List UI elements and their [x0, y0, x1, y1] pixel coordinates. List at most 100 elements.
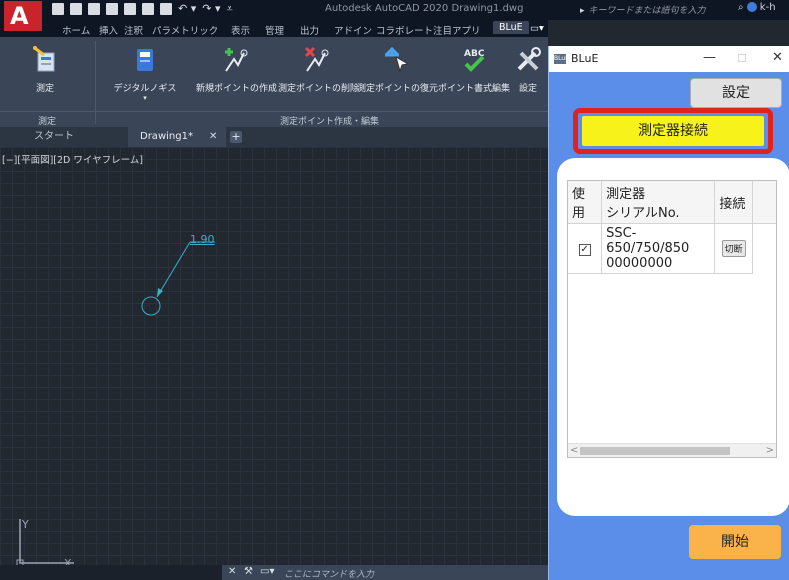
point-format-label: ポイント書式編集	[437, 84, 510, 94]
device-table: 使用 測定器シリアルNo. 接続 ✓ SSC-650/750/850 000000…	[568, 181, 776, 274]
tab-collaborate[interactable]: コラボレート	[376, 23, 433, 37]
ribbon-tab-bar: ホーム 挿入 注釈 パラメトリック 表示 管理 出力 アドイン コラボレート 注…	[0, 20, 548, 37]
ribbon-settings-button[interactable]: 設定	[512, 37, 544, 94]
measure-button[interactable]: 測定	[30, 37, 60, 94]
quick-access-toolbar: ↶ ▾ ↷ ▾ ⩡	[52, 3, 233, 17]
start-button[interactable]: 開始	[689, 525, 781, 559]
maximize-button: ☐	[737, 52, 747, 65]
column-header-use[interactable]: 使用	[568, 181, 603, 224]
command-input-bar[interactable]: ✕ ⚒ ▭▾ ここにコマンドを入力	[222, 565, 548, 580]
tab-annotate[interactable]: 注釈	[124, 23, 143, 37]
blue-app-icon: BLuE	[554, 54, 569, 64]
ribbon-panel: 測定 デジタルノギス ▾ 新規ポイントの作成 測定ポイントの削除 測定ポイントの…	[0, 37, 548, 127]
serial-header-line2: シリアルNo.	[606, 206, 680, 221]
tab-manage[interactable]: 管理	[265, 23, 284, 37]
drawing-canvas[interactable]: [−][平面図][2D ワイヤフレーム] 1.90 Y X	[0, 147, 548, 570]
restore-point-button[interactable]: 測定ポイントの復元	[357, 37, 439, 94]
cloud-icon[interactable]	[124, 3, 136, 15]
tab-home[interactable]: ホーム	[62, 23, 90, 37]
file-tab-bar: スタート Drawing1* ✕ +	[0, 127, 548, 147]
panel-label-points: 測定ポイント作成・編集	[280, 117, 380, 127]
serial-line2: 00000000	[606, 256, 673, 271]
close-button[interactable]: ✕	[772, 50, 783, 65]
tab-addins[interactable]: アドイン	[334, 23, 372, 37]
command-line: ✕ ⚒ ▭▾ ここにコマンドを入力	[0, 565, 548, 580]
digital-caliper-button[interactable]: デジタルノギス ▾	[112, 37, 178, 102]
ribbon-settings-label: 設定	[518, 84, 537, 94]
share-icon[interactable]	[142, 3, 154, 15]
use-cell: ✓	[568, 223, 603, 274]
ribbon-minimize-icon[interactable]: ▭▾	[530, 23, 544, 34]
customize-command-icon[interactable]: ⚒	[244, 566, 253, 577]
user-name: k-h	[759, 2, 776, 13]
digital-caliper-icon	[137, 49, 153, 71]
serial-line1: SSC-650/750/850	[606, 226, 690, 256]
caliper-dropdown-icon[interactable]: ▾	[112, 94, 178, 102]
minimize-button[interactable]: —	[703, 50, 716, 65]
tab-insert[interactable]: 挿入	[99, 23, 118, 37]
disconnect-button[interactable]: 切断	[721, 240, 746, 257]
window-title: Autodesk AutoCAD 2020 Drawing1.dwg	[325, 3, 524, 14]
measure-icon	[33, 46, 55, 72]
new-file-icon[interactable]	[52, 3, 64, 15]
logo-text: A	[10, 2, 29, 30]
save-icon[interactable]	[88, 3, 100, 15]
panel-separator	[95, 41, 96, 124]
table-header-row: 使用 測定器シリアルNo. 接続	[568, 181, 776, 224]
filler-cell	[752, 224, 776, 274]
new-point-button[interactable]: 新規ポイントの作成	[196, 37, 277, 94]
undo-icon[interactable]: ↶ ▾	[178, 3, 196, 15]
command-placeholder: ここにコマンドを入力	[284, 570, 375, 580]
customize-qat-icon[interactable]: ⩡	[227, 3, 233, 15]
user-icon	[746, 2, 757, 12]
restore-point-icon	[384, 46, 410, 73]
search-placeholder: キーワードまたは語句を入力	[588, 6, 706, 16]
use-checkbox[interactable]: ✓	[578, 244, 591, 256]
open-file-icon[interactable]	[70, 3, 82, 15]
delete-point-button[interactable]: 測定ポイントの削除	[278, 37, 359, 94]
serial-cell: SSC-650/750/850 00000000	[601, 223, 716, 274]
close-tab-icon[interactable]: ✕	[209, 131, 217, 142]
leader-annotation[interactable]	[0, 147, 548, 565]
connection-cell: 切断	[714, 223, 753, 274]
digital-caliper-label: デジタルノギス	[113, 84, 177, 94]
redo-icon[interactable]: ↷ ▾	[202, 3, 220, 15]
delete-point-icon	[304, 46, 329, 72]
blue-window-title: BLuE	[571, 52, 599, 65]
device-list-panel: 使用 測定器シリアルNo. 接続 ✓ SSC-650/750/850 000000…	[557, 158, 789, 516]
scroll-left-icon[interactable]: <	[570, 444, 578, 457]
device-grid: 使用 測定器シリアルNo. 接続 ✓ SSC-650/750/850 000000…	[567, 180, 777, 458]
tab-start[interactable]: スタート	[34, 127, 74, 147]
autocad-logo-button[interactable]: A	[4, 1, 42, 31]
tab-drawing1[interactable]: Drawing1* ✕	[128, 127, 226, 147]
connect-device-button[interactable]: 測定器接続	[582, 116, 764, 146]
title-bar: A ↶ ▾ ↷ ▾ ⩡ Autodesk AutoCAD 2020 Drawin…	[0, 0, 789, 31]
dimension-value[interactable]: 1.90	[190, 233, 215, 246]
tab-output[interactable]: 出力	[300, 23, 319, 37]
tab-parametric[interactable]: パラメトリック	[152, 23, 218, 37]
tab-view[interactable]: 表示	[231, 23, 250, 37]
scroll-right-icon[interactable]: >	[766, 444, 774, 457]
point-format-button[interactable]: ABC ポイント書式編集	[436, 37, 512, 94]
tab-blue[interactable]: BLuE	[493, 21, 529, 34]
binoculars-icon[interactable]: ⌕	[738, 2, 744, 13]
settings-tools-icon	[517, 47, 541, 71]
recent-commands-icon[interactable]: ▭▾	[260, 566, 274, 577]
tab-featured-apps[interactable]: 注目アプリ	[433, 23, 481, 37]
scrollbar-thumb[interactable]	[580, 447, 730, 455]
close-command-icon[interactable]: ✕	[228, 566, 236, 577]
column-header-serial[interactable]: 測定器シリアルNo.	[601, 181, 716, 224]
column-header-filler	[752, 181, 776, 224]
settings-button[interactable]: 設定	[690, 78, 782, 108]
blue-titlebar: BLuE BLuE — ☐ ✕	[549, 46, 789, 72]
serial-header-line1: 測定器	[606, 187, 646, 202]
new-tab-button[interactable]: +	[230, 131, 242, 143]
horizontal-scrollbar[interactable]: < >	[568, 443, 776, 457]
save-as-icon[interactable]	[106, 3, 118, 15]
expand-search-icon[interactable]: ▸	[580, 6, 585, 16]
print-icon[interactable]	[160, 3, 172, 15]
column-header-connection[interactable]: 接続	[714, 181, 753, 224]
table-row[interactable]: ✓ SSC-650/750/850 00000000 切断	[568, 223, 776, 274]
restore-point-label: 測定ポイントの復元	[357, 84, 439, 94]
user-account[interactable]: ⌕ k-h	[738, 2, 776, 13]
